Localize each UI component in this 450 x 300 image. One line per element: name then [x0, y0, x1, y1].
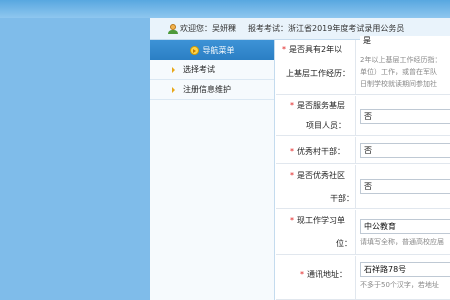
- hint-line: 单位）工作，或曾在军队: [360, 68, 437, 76]
- label-text: 通讯地址：: [307, 270, 347, 279]
- field-label: * 优秀村干部：: [276, 137, 356, 163]
- form-row-work-unit: * 现工作学习单 位： 中公教育 请填写全称，普通高校应届: [276, 210, 450, 255]
- village-cadre-select[interactable]: 否: [360, 143, 450, 158]
- left-background: [0, 18, 150, 300]
- label-text: 是否具有2年以: [289, 45, 343, 54]
- form-row-community-cadre: * 是否优秀社区 干部： 否: [276, 165, 450, 209]
- sidebar-item-select-exam[interactable]: 选择考试: [150, 60, 274, 80]
- hint-line: 日制学校就读期间参加社: [360, 80, 437, 88]
- field-label: * 是否服务基层 项目人员：: [276, 96, 356, 135]
- address-input[interactable]: 石祥路78号: [360, 262, 450, 277]
- sidebar-item-registration-info[interactable]: 注册信息维护: [150, 80, 274, 100]
- welcome-text: 欢迎您：吴妍稞: [180, 24, 236, 33]
- label-text: 是否服务基层: [297, 101, 345, 110]
- registration-form: * 是否具有2年以 上基层工作经历： 是 2年以上基层工作经历指： 单位）工作，或…: [276, 36, 450, 300]
- grassroots-service-select[interactable]: 否: [360, 109, 450, 124]
- arrow-right-icon: [172, 86, 175, 93]
- field-label: * 现工作学习单 位：: [276, 210, 356, 254]
- top-banner: [0, 0, 450, 18]
- form-row-village-cadre: * 优秀村干部： 否: [276, 137, 450, 164]
- grassroots-experience-select[interactable]: 是: [360, 36, 450, 46]
- label-text: 优秀村干部：: [297, 147, 345, 156]
- label-text: 上基层工作经历：: [286, 69, 350, 78]
- sidebar: 导航菜单 选择考试 注册信息维护: [150, 40, 275, 300]
- exam-text: 报考考试：浙江省2019年度考试录用公务员: [248, 24, 405, 33]
- community-cadre-select[interactable]: 否: [360, 179, 450, 194]
- form-row-grassroots-service: * 是否服务基层 项目人员： 否: [276, 96, 450, 136]
- label-text: 干部：: [330, 194, 354, 203]
- label-text: 现工作学习单: [297, 216, 345, 225]
- nav-menu-header: 导航菜单: [150, 40, 274, 60]
- sidebar-item-label: 选择考试: [183, 65, 215, 74]
- field-label: * 通讯地址：: [276, 256, 356, 299]
- user-icon: [168, 23, 178, 34]
- work-unit-hint: 请填写全称，普通高校应届: [360, 238, 444, 246]
- form-row-grassroots-experience: * 是否具有2年以 上基层工作经历： 是 2年以上基层工作经历指： 单位）工作，或…: [276, 36, 450, 95]
- label-text: 是否优秀社区: [297, 171, 345, 180]
- label-text: 项目人员：: [306, 121, 346, 130]
- nav-menu-title: 导航菜单: [202, 45, 235, 55]
- form-row-address: * 通讯地址： 石祥路78号 不多于50个汉字，若地址: [276, 256, 450, 300]
- menu-icon: [189, 45, 199, 55]
- field-label: * 是否优秀社区 干部：: [276, 165, 356, 208]
- work-unit-input[interactable]: 中公教育: [360, 219, 450, 234]
- field-label: * 是否具有2年以 上基层工作经历：: [276, 40, 356, 94]
- hint-line: 2年以上基层工作经历指：: [360, 56, 442, 64]
- address-hint: 不多于50个汉字，若地址: [360, 281, 439, 289]
- label-text: 位：: [336, 239, 352, 248]
- arrow-right-icon: [172, 66, 175, 73]
- sidebar-item-label: 注册信息维护: [183, 85, 231, 94]
